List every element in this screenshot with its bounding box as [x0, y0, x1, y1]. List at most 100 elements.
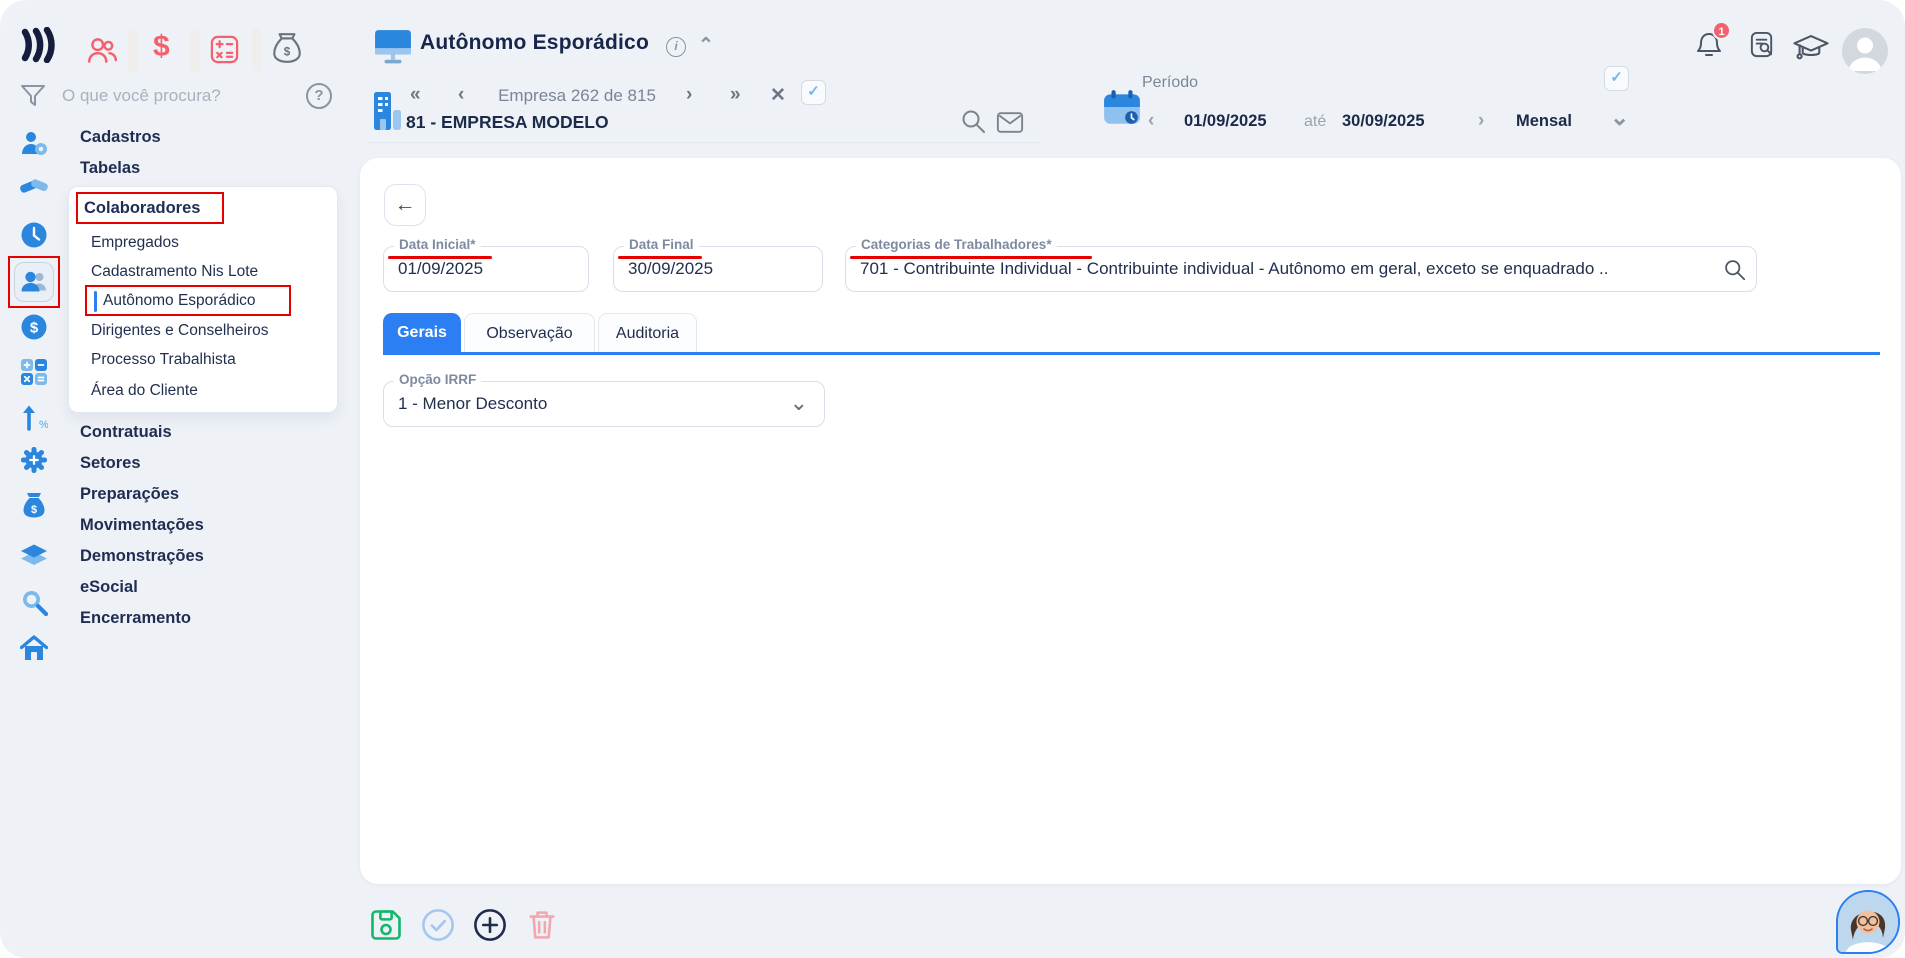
sidebar-clock-icon[interactable]: [20, 221, 48, 249]
screen-monitor-icon: [374, 28, 412, 69]
envelope-icon[interactable]: [996, 111, 1024, 139]
menu-item-colaboradores[interactable]: Colaboradores: [84, 199, 200, 218]
select-chevron-down-icon: ⌄: [790, 390, 808, 416]
categorias-field[interactable]: Categorias de Trabalhadores* 701 - Contr…: [845, 246, 1757, 292]
user-avatar[interactable]: [1842, 28, 1888, 74]
menu-item-esocial[interactable]: eSocial: [80, 578, 138, 597]
sidebar-moneybag-icon[interactable]: $: [20, 491, 48, 519]
svg-text:$: $: [31, 504, 37, 516]
menu-item-tabelas[interactable]: Tabelas: [80, 159, 140, 178]
sidebar-layers-icon[interactable]: [20, 541, 48, 569]
search-input[interactable]: O que você procura?: [62, 86, 221, 106]
sidebar-calculator-icon[interactable]: [20, 358, 48, 386]
menu-item-preparacoes[interactable]: Preparações: [80, 485, 179, 504]
svg-text:$: $: [284, 45, 291, 58]
add-button[interactable]: [472, 907, 508, 943]
calendar-icon: [1102, 88, 1142, 133]
graduation-cap-icon[interactable]: [1792, 33, 1830, 67]
menu-item-cadastros[interactable]: Cadastros: [80, 128, 161, 147]
period-checkbox[interactable]: ✓: [1604, 66, 1629, 91]
data-final-field[interactable]: Data Final 30/09/2025: [613, 246, 823, 292]
topbar-divider: [190, 28, 200, 72]
assistant-avatar[interactable]: [1836, 890, 1900, 954]
company-first-button[interactable]: «: [410, 84, 421, 106]
sidebar-dollar-icon[interactable]: $: [20, 313, 48, 341]
company-checkbox[interactable]: ✓: [801, 80, 826, 105]
menu-item-setores[interactable]: Setores: [80, 454, 141, 473]
data-inicial-label: Data Inicial*: [394, 237, 481, 252]
categorias-value: 701 - Contribuinte Individual - Contribu…: [846, 247, 1756, 290]
moneybag-module-icon[interactable]: $: [271, 31, 303, 70]
submenu-item-empregados[interactable]: Empregados: [91, 234, 179, 252]
topbar-divider: [252, 28, 262, 72]
sidebar-indices-icon[interactable]: %: [20, 403, 48, 431]
period-prev-button[interactable]: ‹: [1148, 110, 1154, 132]
period-next-button[interactable]: ›: [1478, 110, 1484, 132]
document-search-icon[interactable]: [1748, 31, 1777, 65]
period-chevron-down-icon[interactable]: ⌄: [1610, 104, 1629, 131]
back-button[interactable]: ←: [384, 184, 426, 226]
period-until-label: até: [1304, 113, 1326, 131]
data-inicial-value: 01/09/2025: [384, 247, 588, 290]
company-name: 81 - EMPRESA MODELO: [406, 112, 609, 133]
finance-module-icon[interactable]: $: [153, 30, 170, 64]
sidebar-home-icon[interactable]: [20, 634, 48, 662]
delete-button[interactable]: [524, 907, 560, 943]
company-last-button[interactable]: »: [730, 84, 741, 106]
sidebar-search-icon[interactable]: [20, 588, 48, 616]
menu-item-encerramento[interactable]: Encerramento: [80, 609, 191, 628]
period-label: Período: [1142, 74, 1198, 92]
content-card: ← Data Inicial* 01/09/2025 Data Final 30…: [360, 158, 1901, 884]
categorias-search-icon[interactable]: [1723, 258, 1746, 286]
tab-underline: [383, 352, 1880, 355]
info-icon[interactable]: i: [666, 37, 686, 57]
filter-icon[interactable]: [20, 83, 46, 114]
data-inicial-field[interactable]: Data Inicial* 01/09/2025: [383, 246, 589, 292]
company-section-divider: [368, 142, 1042, 143]
company-prev-button[interactable]: ‹: [458, 84, 464, 106]
submenu-item-cadastramento-nis-lote[interactable]: Cadastramento Nis Lote: [91, 263, 258, 281]
app-window: $ $ Autônomo Esporádico i ⌃ 1: [0, 0, 1905, 958]
submenu-item-dirigentes[interactable]: Dirigentes e Conselheiros: [91, 322, 268, 340]
svg-text:$: $: [30, 320, 39, 337]
colaboradores-submenu-panel: Colaboradores Empregados Cadastramento N…: [68, 186, 338, 413]
calculator-module-icon[interactable]: [209, 34, 240, 70]
opcao-irrf-label: Opção IRRF: [394, 372, 481, 387]
period-start-date[interactable]: 01/09/2025: [1184, 112, 1267, 131]
menu-item-movimentacoes[interactable]: Movimentações: [80, 516, 204, 535]
menu-item-demonstracoes[interactable]: Demonstrações: [80, 547, 204, 566]
data-final-label: Data Final: [624, 237, 699, 252]
sidebar-gear-icon[interactable]: [20, 446, 48, 474]
tab-gerais[interactable]: Gerais: [383, 313, 461, 352]
submenu-selected-bar: [94, 291, 97, 312]
menu-item-contratuais[interactable]: Contratuais: [80, 423, 172, 442]
tab-observacao[interactable]: Observação: [464, 313, 595, 352]
company-search-icon[interactable]: [960, 108, 986, 139]
submenu-item-area-do-cliente[interactable]: Área do Cliente: [91, 382, 198, 400]
svg-text:%: %: [39, 419, 48, 431]
topbar-divider: [128, 28, 138, 72]
page-title: Autônomo Esporádico: [420, 31, 649, 55]
building-icon: [368, 90, 406, 137]
data-final-value: 30/09/2025: [614, 247, 822, 290]
period-end-date[interactable]: 30/09/2025: [1342, 112, 1425, 131]
company-close-button[interactable]: ✕: [770, 84, 786, 107]
collapse-header-icon[interactable]: ⌃: [698, 34, 714, 57]
period-mode[interactable]: Mensal: [1516, 112, 1572, 131]
save-button[interactable]: [368, 907, 404, 943]
submenu-item-autonomo-esporadico[interactable]: Autônomo Esporádico: [103, 292, 256, 310]
company-next-button[interactable]: ›: [686, 84, 692, 106]
people-module-icon[interactable]: [85, 33, 119, 72]
confirm-button[interactable]: [420, 907, 456, 943]
notification-badge: 1: [1712, 21, 1731, 40]
sidebar-colaboradores-icon[interactable]: [20, 268, 48, 296]
brand-logo: [20, 27, 56, 63]
submenu-item-processo-trabalhista[interactable]: Processo Trabalhista: [91, 351, 236, 369]
categorias-label: Categorias de Trabalhadores*: [856, 237, 1057, 252]
sidebar-cadastros-icon[interactable]: [20, 129, 48, 157]
opcao-irrf-select[interactable]: Opção IRRF 1 - Menor Desconto ⌄: [383, 381, 825, 427]
sidebar-tabelas-icon[interactable]: [20, 173, 48, 201]
opcao-irrf-value: 1 - Menor Desconto: [384, 382, 824, 425]
tab-auditoria[interactable]: Auditoria: [598, 313, 697, 352]
help-icon[interactable]: ?: [306, 83, 332, 109]
